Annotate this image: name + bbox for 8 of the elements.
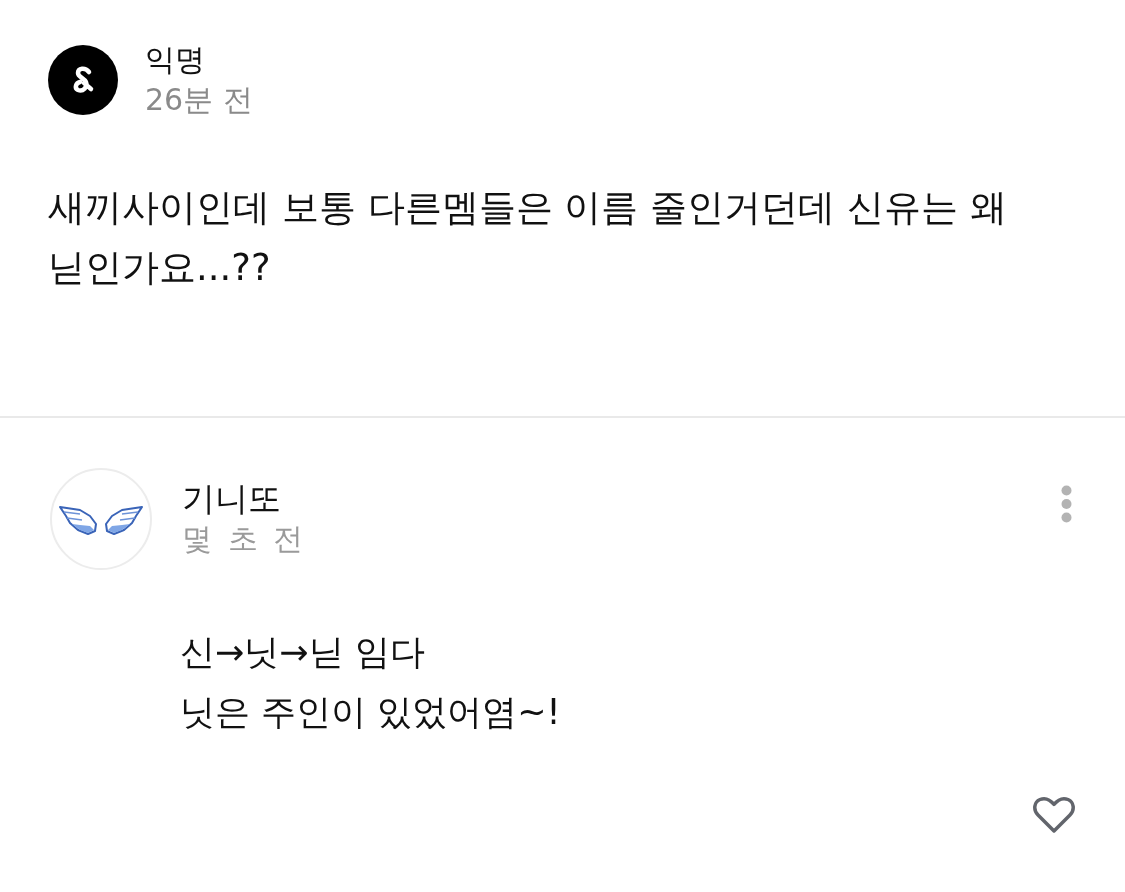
author-name: 익명 xyxy=(145,41,206,79)
ampersand-logo-avatar xyxy=(48,45,118,115)
comment-time: 몇 초 전 xyxy=(182,520,304,558)
post-text: 새끼사이인데 보통 다른멤들은 이름 줄인거던데 신유는 왜 닏인가요...?? xyxy=(48,185,1008,291)
post-time: 26분 전 xyxy=(145,81,253,119)
comment-text: 신→닛→닏 임다 닛은 주인이 있었어염~! xyxy=(180,631,562,734)
commenter-name: 기니또 xyxy=(182,479,282,519)
more-icon xyxy=(1060,485,1072,523)
